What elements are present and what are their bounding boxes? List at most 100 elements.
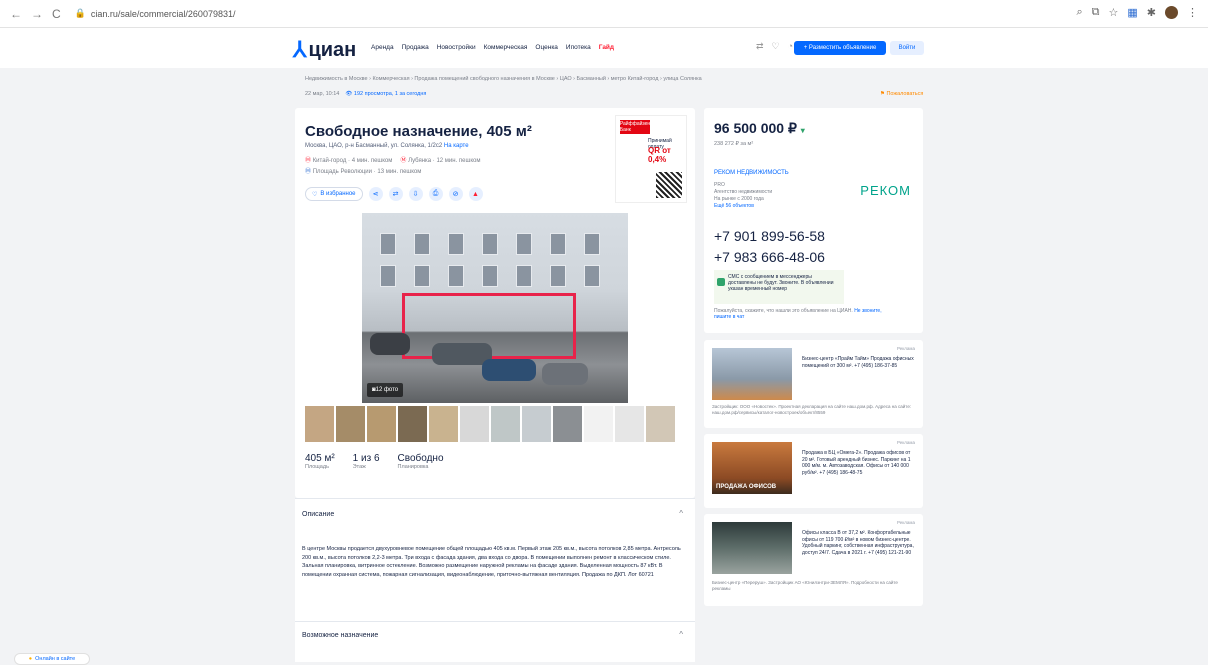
agency-logo[interactable]: РЕКОМ <box>860 183 911 198</box>
photo-gallery[interactable]: ◙ 12 фото <box>305 213 685 403</box>
map-link[interactable]: На карте <box>444 143 469 149</box>
ad-overlay-text: ПРОДАЖА ОФИСОВ <box>716 484 777 490</box>
thumbnail[interactable] <box>336 406 365 442</box>
sms-notice: СМС с сообщением в мессенджеры доставлен… <box>714 270 844 304</box>
agency-type: Агентство недвижимости <box>714 189 773 195</box>
thumbnail[interactable] <box>429 406 458 442</box>
ad-card[interactable]: Реклама Офисы класса В от 37,2 м². Конфо… <box>704 514 923 606</box>
price-trend-icon[interactable]: ▾ <box>801 126 805 135</box>
views-count[interactable]: 👁 192 просмотра, 1 за сегодня <box>345 91 426 97</box>
agency-name[interactable]: РЕКОМ НЕДВИЖИМОСТЬ <box>714 170 789 176</box>
metro-item[interactable]: Ⓜ Лубянка · 12 мин. пешком <box>400 155 480 164</box>
share-icon[interactable]: ⋖ <box>368 187 383 201</box>
agency-badge: PRO <box>714 182 725 188</box>
building-window <box>482 233 498 255</box>
hide-icon[interactable]: ⊘ <box>448 187 463 201</box>
thumbnail[interactable] <box>522 406 551 442</box>
metro-icon: Ⓜ <box>305 158 312 164</box>
purpose-section[interactable]: Возможное назначение ^ <box>295 621 695 651</box>
price: 96 500 000 ₽ ▾ <box>714 120 805 136</box>
share-icon[interactable]: ⧉ <box>1092 6 1100 19</box>
contact-note: Пожалуйста, скажите, что нашли это объяв… <box>714 308 882 320</box>
compare-icon[interactable]: ⇄ <box>388 187 403 201</box>
ad-footer: Бизнес-центр «Переруш». Застройщик АО «Ю… <box>712 580 898 591</box>
page-title: Свободное назначение, 405 м² <box>305 123 532 140</box>
help-chat-button[interactable]: ● Онлайн в сайте <box>14 653 90 665</box>
building-window <box>448 233 464 255</box>
ad-text: Бизнес-центр «Прайм Тайм» Продажа офисны… <box>802 356 914 369</box>
thumbnail[interactable] <box>398 406 427 442</box>
metro-item[interactable]: Ⓜ Площадь Революции · 13 мин. пешком <box>305 166 421 175</box>
login-button[interactable]: Войти <box>890 41 924 55</box>
thumbnail[interactable] <box>646 406 675 442</box>
print-icon[interactable]: ⎙ <box>428 187 443 201</box>
report-icon[interactable]: ▲ <box>468 187 483 201</box>
menu-item-mortgage[interactable]: Ипотека <box>566 44 591 51</box>
profile-avatar[interactable] <box>1165 6 1178 19</box>
menu-item-guide[interactable]: Гайд <box>599 44 614 51</box>
thumbnail[interactable] <box>491 406 520 442</box>
thumbnail[interactable] <box>615 406 644 442</box>
price-per-meter: 238 272 ₽ за м² <box>714 141 754 147</box>
header-icons: ⇄ ♡ ◔ <box>756 41 793 52</box>
thumbnail[interactable] <box>367 406 396 442</box>
stat-layout: Свободно Планировка <box>397 453 444 470</box>
bank-ad-banner[interactable]: Райффайзен Банк Принимай оплату QR от 0,… <box>615 115 687 203</box>
photo-count-badge[interactable]: ◙ 12 фото <box>367 383 404 397</box>
phone-number[interactable]: +7 901 899-56-58 <box>714 228 825 244</box>
ad-card[interactable]: Реклама Бизнес-центр «Прайм Тайм» Продаж… <box>704 340 923 428</box>
building-window <box>584 265 600 287</box>
compare-icon[interactable]: ⇄ <box>756 41 764 52</box>
back-icon[interactable]: ← <box>10 7 22 21</box>
notifications-icon[interactable]: ◔ <box>788 41 793 52</box>
menu-item-sale[interactable]: Продажа <box>402 44 429 51</box>
metro-item[interactable]: Ⓜ Китай-город · 4 мин. пешком <box>305 155 392 164</box>
address[interactable]: Москва, ЦАО, р-н Басманный, ул. Солянка,… <box>305 143 469 149</box>
menu-item-commercial[interactable]: Коммерческая <box>484 44 528 51</box>
thumbnail[interactable] <box>584 406 613 442</box>
extension-icon[interactable]: ▦ <box>1127 6 1137 19</box>
chevron-up-icon[interactable]: ^ <box>679 509 683 518</box>
chevron-up-icon[interactable]: ^ <box>679 630 683 639</box>
menu-item-rent[interactable]: Аренда <box>371 44 394 51</box>
browser-toolbar: ← → C 🔒 cian.ru/sale/commercial/26007983… <box>0 0 1208 28</box>
menu-icon[interactable]: ⋮ <box>1187 6 1198 19</box>
agency-info: PRO Агентство недвижимости На рынке с 20… <box>714 182 772 210</box>
building-window <box>516 265 532 287</box>
favorites-icon[interactable]: ♡ <box>772 41 780 52</box>
download-icon[interactable]: ⇩ <box>408 187 423 201</box>
metro-icon: Ⓜ <box>400 158 407 164</box>
star-icon[interactable]: ☆ <box>1109 6 1119 19</box>
puzzle-icon[interactable]: ✱ <box>1147 6 1156 19</box>
place-ad-button[interactable]: + Разместить объявление <box>794 41 886 55</box>
favorite-button[interactable]: ♡ В избранное <box>305 187 363 201</box>
ad-label: Реклама <box>896 346 915 351</box>
bank-logo: Райффайзен Банк <box>619 120 651 134</box>
main-photo[interactable] <box>362 213 628 403</box>
thumbnail[interactable] <box>305 406 334 442</box>
lock-icon: 🔒 <box>74 8 86 18</box>
description-section: Описание ^ В центре Москвы продается дву… <box>295 498 695 662</box>
complain-link[interactable]: ⚑ Пожаловаться <box>880 91 923 97</box>
phone-number[interactable]: +7 983 666-48-06 <box>714 249 825 265</box>
stat-floor: 1 из 6 Этаж <box>352 453 380 470</box>
ad-image <box>712 348 792 400</box>
heart-icon: ♡ <box>312 191 318 198</box>
breadcrumb[interactable]: Недвижимость в Москве › Коммерческая › П… <box>305 76 702 82</box>
address-bar[interactable]: 🔒 cian.ru/sale/commercial/260079831/ <box>75 8 236 19</box>
menu-item-valuation[interactable]: Оценка <box>535 44 558 51</box>
ad-card[interactable]: ПРОДАЖА ОФИСОВ Реклама Продажа в БЦ «Оме… <box>704 434 923 508</box>
building-window <box>448 265 464 287</box>
thumbnail[interactable] <box>460 406 489 442</box>
agency-more-link[interactable]: Ещё 56 объектов <box>714 203 772 210</box>
ad-label: Реклама <box>896 520 915 525</box>
reload-icon[interactable]: C <box>52 7 61 21</box>
forward-icon[interactable]: → <box>31 7 43 21</box>
menu-item-new[interactable]: Новостройки <box>437 44 476 51</box>
description-heading[interactable]: Описание <box>302 511 334 518</box>
zoom-icon[interactable]: ⌕ <box>1076 6 1082 19</box>
url-text: cian.ru/sale/commercial/260079831/ <box>90 8 236 19</box>
thumbnail[interactable] <box>553 406 582 442</box>
cian-logo[interactable]: ⅄ циан <box>293 37 356 63</box>
ad-text: Продажа в БЦ «Омега-2». Продажа офисов о… <box>802 450 911 476</box>
